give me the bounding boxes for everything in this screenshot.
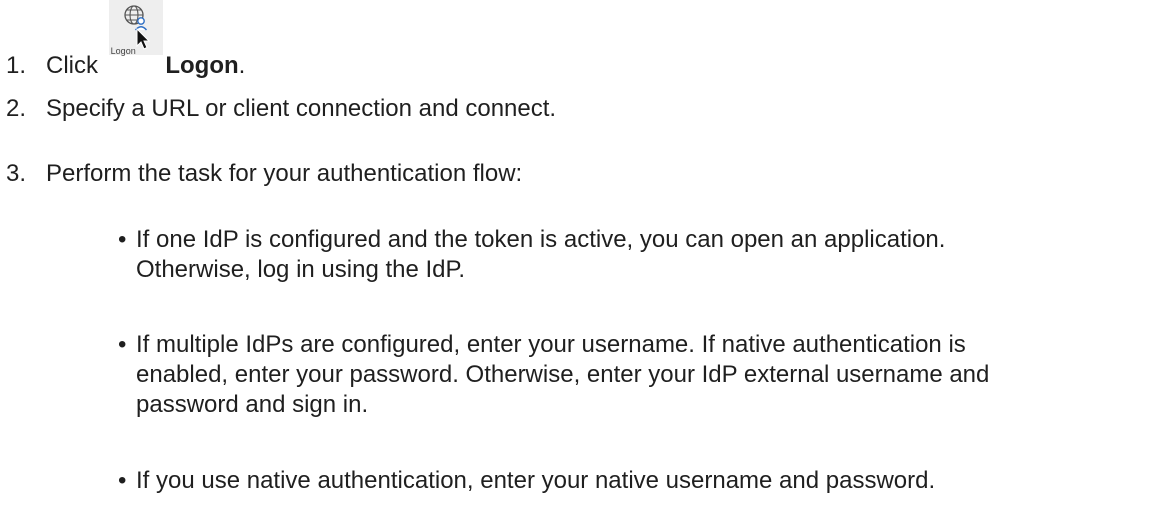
bullet-symbol: • — [118, 467, 127, 494]
step-3: 3. Perform the task for your authenticati… — [0, 159, 522, 189]
bullet-item: • If multiple IdPs are configured, enter… — [118, 330, 1158, 420]
step-2: 2. Specify a URL or client connection and… — [0, 94, 556, 124]
mouse-pointer-icon — [136, 28, 150, 50]
step-number: 2. — [6, 95, 27, 122]
logon-label: Logon — [158, 52, 239, 79]
step-punctuation: . — [238, 52, 246, 79]
bullet-text: If one IdP is configured and the token i… — [136, 225, 1158, 285]
bullet-text: If you use native authentication, enter … — [136, 466, 1158, 496]
bullet-symbol: • — [118, 226, 127, 253]
bullet-line: If one IdP is configured and the token i… — [136, 226, 946, 253]
bullet-item: • If you use native authentication, ente… — [118, 466, 1158, 496]
step-text: Specify a URL or client connection and c… — [46, 95, 557, 122]
bullet-line: password and sign in. — [136, 391, 369, 418]
step-text: Perform the task for your authentication… — [46, 160, 523, 187]
icon-caption: Logon — [110, 46, 136, 56]
bullet-line: If you use native authentication, enter … — [136, 467, 936, 494]
bullet-text: If multiple IdPs are configured, enter y… — [136, 330, 1158, 420]
bullet-symbol: • — [118, 331, 127, 358]
bullet-line: If multiple IdPs are configured, enter y… — [136, 331, 966, 358]
step-1: 1. Click Logon Logon. — [0, 0, 246, 81]
step-number: 3. — [6, 160, 27, 187]
logon-button-icon[interactable]: Logon — [108, 0, 163, 79]
step-number: 1. — [6, 52, 27, 79]
step-text-before: Click — [46, 52, 105, 79]
bullet-line: Otherwise, log in using the IdP. — [136, 256, 466, 283]
bullet-line: enabled, enter your password. Otherwise,… — [136, 361, 990, 388]
step-text: Click Logon Logon. — [46, 0, 246, 81]
bullet-item: • If one IdP is configured and the token… — [118, 225, 1158, 285]
instructions-document: 1. Click Logon Logon. 2. Specify a URL or … — [0, 0, 1165, 516]
